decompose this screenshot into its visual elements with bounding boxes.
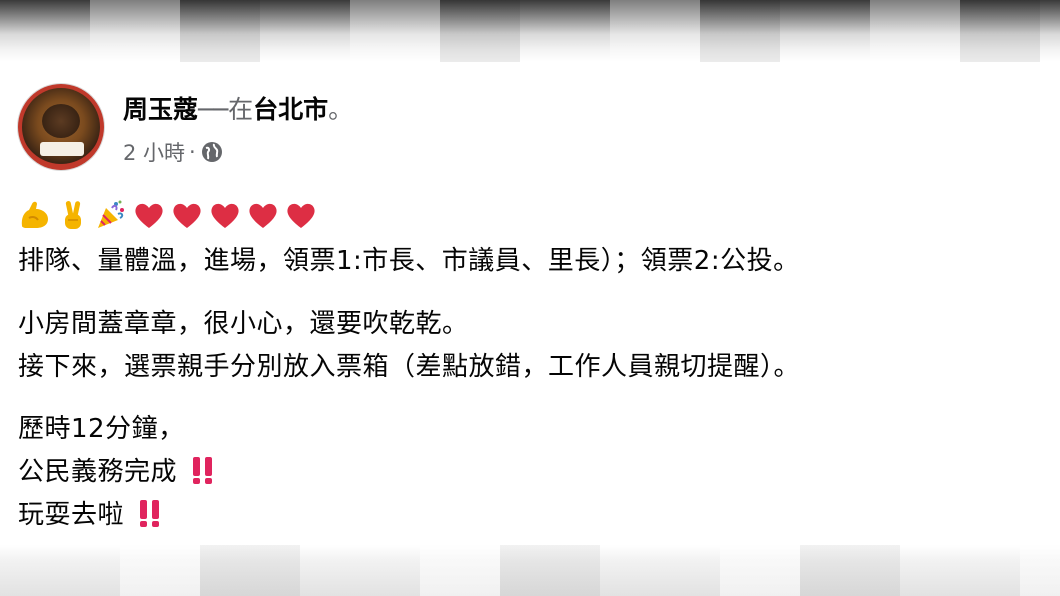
facebook-post: 周玉蔻──在台北市。 2 小時 · 排隊、量體溫，進場，領票1:市長、市議員、里… (0, 62, 1060, 545)
double-exclamation-icon (139, 500, 159, 527)
red-heart-icon (211, 203, 239, 228)
post-timestamp[interactable]: 2 小時 (123, 137, 185, 167)
post-text-line-content: 公民義務完成 (18, 457, 178, 487)
post-text-line-content: 玩耍去啦 (18, 500, 125, 530)
location-separator: ──在 (198, 95, 254, 124)
red-heart-icon (249, 203, 277, 228)
avatar[interactable] (18, 84, 104, 170)
post-text-line: 小房間蓋章章，很小心，還要吹乾乾。 (18, 309, 469, 339)
red-heart-icon (173, 203, 201, 228)
red-heart-icon (135, 203, 163, 228)
author-name[interactable]: 周玉蔻 (123, 95, 198, 124)
flexed-biceps-icon (21, 201, 48, 228)
avatar-badge (40, 142, 84, 156)
blurred-background-bottom (0, 545, 1060, 596)
party-popper-icon (98, 200, 124, 228)
post-meta: 2 小時 · (123, 137, 224, 167)
double-exclamation-icon (192, 457, 212, 484)
post-header: 周玉蔻──在台北市。 (123, 90, 353, 126)
post-text-line: 接下來，選票親手分別放入票箱（差點放錯，工作人員親切提醒）。 (18, 352, 801, 382)
location-suffix: 。 (328, 95, 354, 124)
post-text-line: 公民義務完成 (18, 451, 216, 488)
post-text-line: 排隊、量體溫，進場，領票1:市長、市議員、里長）；領票2:公投。 (18, 246, 800, 276)
globe-icon[interactable] (200, 140, 224, 164)
emoji-row (18, 196, 318, 234)
victory-hand-icon (65, 201, 81, 229)
post-text-line: 玩耍去啦 (18, 494, 163, 531)
blurred-background-top (0, 0, 1060, 62)
location-name[interactable]: 台北市 (253, 95, 328, 124)
red-heart-icon (287, 203, 315, 228)
avatar-figure (42, 104, 80, 138)
meta-separator: · (189, 140, 196, 164)
post-text-line: 歷時12分鐘， (18, 414, 185, 444)
